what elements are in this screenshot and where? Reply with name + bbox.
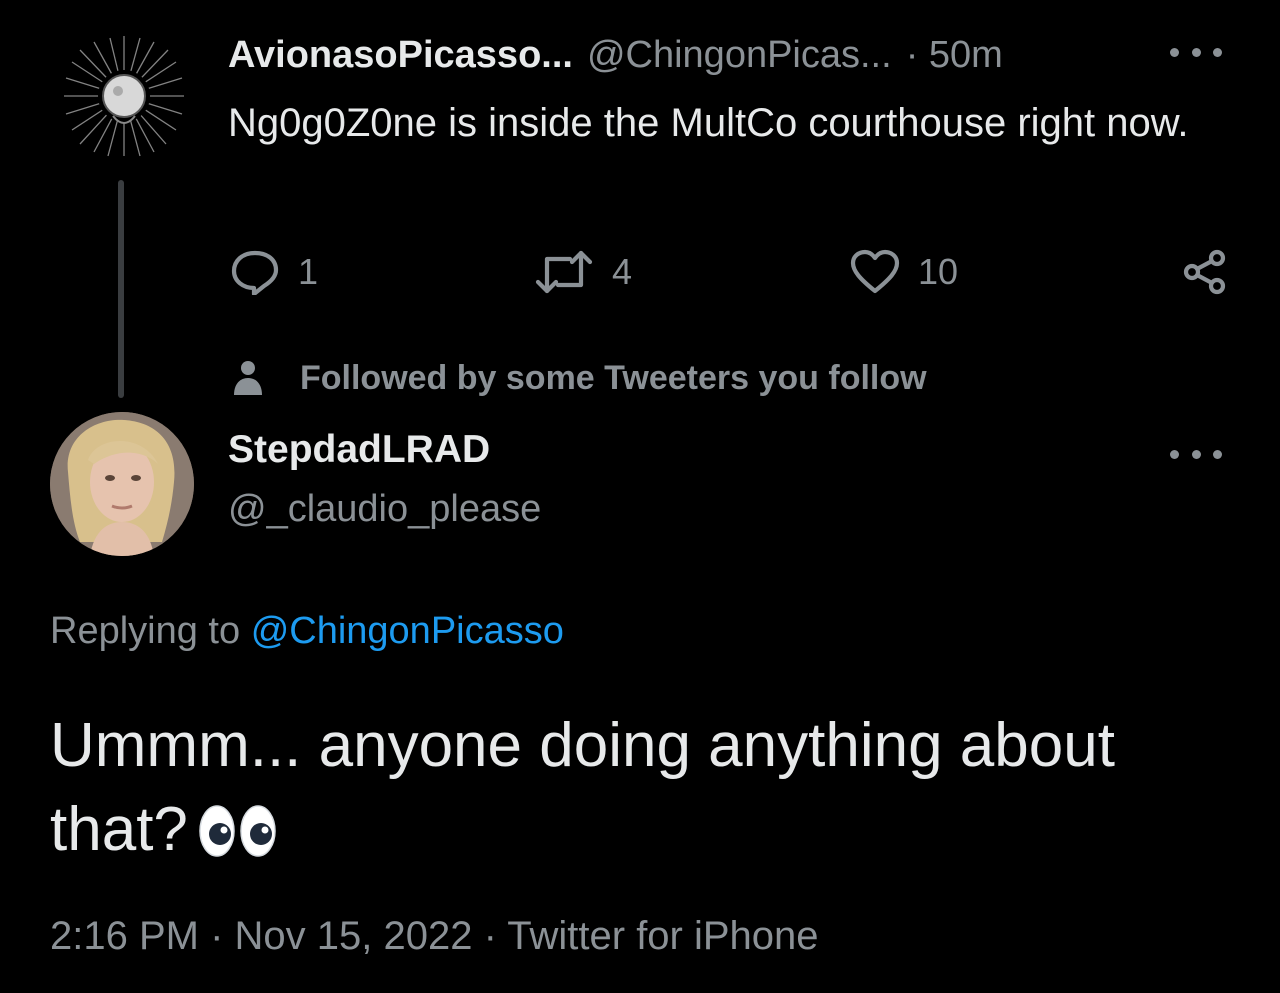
parent-action-bar: 1 4 10 (228, 246, 1228, 298)
reply-tweet-text: Ummm... anyone doing anything about that… (50, 704, 1250, 872)
parent-more-icon[interactable] (1170, 42, 1222, 62)
reply-button[interactable]: 1 (230, 246, 318, 298)
reply-count: 1 (298, 251, 319, 292)
parent-handle[interactable]: @ChingonPicas... (587, 34, 892, 77)
replying-mention-link[interactable]: @ChingonPicasso (251, 610, 564, 652)
user-photo-avatar (50, 412, 194, 556)
heart-icon (850, 249, 900, 294)
social-context: Followed by some Tweeters you follow (232, 356, 927, 400)
share-button[interactable] (1182, 246, 1228, 298)
reply-more-icon[interactable] (1170, 444, 1222, 464)
replying-prefix: Replying to (50, 610, 241, 652)
reply-icon (231, 250, 279, 295)
share-icon (1183, 249, 1226, 295)
parent-timestamp[interactable]: · 50m (906, 34, 1003, 77)
parent-avatar[interactable] (58, 30, 190, 162)
like-count: 10 (918, 251, 959, 292)
replying-to: Replying to @ChingonPicasso (50, 610, 564, 653)
parent-tweet-header: AvionasoPicasso... @ChingonPicas... · 50… (228, 30, 1003, 80)
like-button[interactable]: 10 (850, 246, 958, 298)
parent-tweet-text: Ng0g0Z0ne is inside the MultCo courthous… (228, 101, 1189, 145)
retweet-button[interactable]: 4 (534, 246, 632, 298)
reply-avatar[interactable] (50, 412, 194, 556)
tweet-meta[interactable]: 2:16 PM · Nov 15, 2022 · Twitter for iPh… (50, 914, 819, 959)
social-context-text: Followed by some Tweeters you follow (300, 358, 927, 397)
reply-display-name[interactable]: StepdadLRAD (228, 428, 490, 472)
dandelion-avatar-icon (58, 30, 190, 162)
reply-handle[interactable]: @_claudio_please (228, 488, 541, 531)
retweet-count: 4 (612, 251, 633, 292)
retweet-icon (535, 250, 593, 294)
eyes-emoji-icon (199, 805, 276, 857)
thread-line (118, 180, 124, 398)
person-icon (234, 361, 262, 395)
parent-display-name[interactable]: AvionasoPicasso... (228, 34, 573, 77)
